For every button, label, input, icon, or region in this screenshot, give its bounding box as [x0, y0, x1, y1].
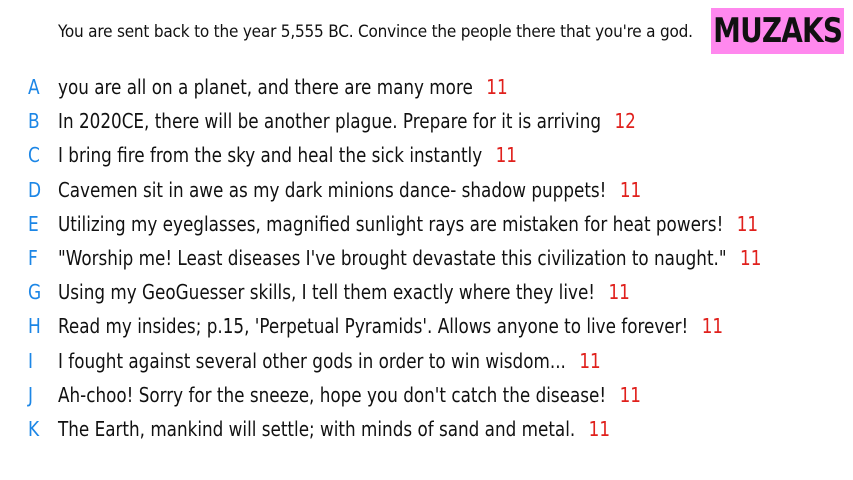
answer-letter: B	[28, 109, 40, 134]
answer-letter: F	[28, 246, 38, 271]
answer-text: Ah-choo! Sorry for the sneeze, hope you …	[58, 382, 607, 407]
answer-text: Read my insides; p.15, 'Perpetual Pyrami…	[58, 314, 689, 339]
answer-score: 11	[486, 75, 508, 100]
answer-content: Using my GeoGuesser skills, I tell them …	[58, 280, 630, 304]
answer-row-c: C I bring fire from the sky and heal the…	[0, 138, 853, 172]
answer-score: 11	[588, 416, 611, 441]
answer-row-e: E Utilizing my eyeglasses, magnified sun…	[0, 207, 853, 241]
muzaks-logo: MUZAKS	[711, 8, 844, 54]
answer-row-g: G Using my GeoGuesser skills, I tell the…	[0, 275, 853, 309]
answer-letter: H	[28, 314, 41, 339]
answer-letter: I	[28, 348, 34, 373]
answer-content: Utilizing my eyeglasses, magnified sunli…	[58, 212, 758, 236]
answer-score: 11	[579, 348, 601, 373]
answer-score: 11	[619, 382, 641, 407]
answer-score: 11	[495, 143, 517, 168]
answer-row-b: B In 2020CE, there will be another plagu…	[0, 104, 853, 138]
prompt-text: You are sent back to the year 5,555 BC. …	[58, 22, 693, 42]
answer-content: you are all on a planet, and there are m…	[58, 75, 508, 99]
answer-letter: K	[28, 416, 40, 441]
answer-row-k: K The Earth, mankind will settle; with m…	[0, 412, 853, 446]
logo-text: MUZAKS	[713, 11, 843, 51]
answer-text: I bring fire from the sky and heal the s…	[58, 143, 483, 168]
answer-score: 11	[736, 211, 759, 236]
answer-row-j: J Ah-choo! Sorry for the sneeze, hope yo…	[0, 378, 853, 412]
answer-text: The Earth, mankind will settle; with min…	[58, 416, 576, 441]
answer-content: The Earth, mankind will settle; with min…	[58, 417, 610, 441]
answer-score: 11	[701, 314, 724, 339]
answer-letter: J	[28, 382, 34, 407]
answer-score: 11	[740, 246, 762, 271]
answer-content: "Worship me! Least diseases I've brought…	[58, 246, 761, 270]
answer-text: In 2020CE, there will be another plague.…	[58, 109, 602, 134]
answer-text: Cavemen sit in awe as my dark minions da…	[58, 177, 607, 202]
answer-text: "Worship me! Least diseases I've brought…	[58, 246, 727, 271]
answer-letter: A	[28, 75, 40, 100]
answer-letter: E	[28, 211, 39, 236]
answer-content: In 2020CE, there will be another plague.…	[58, 109, 636, 133]
answer-score: 11	[608, 280, 630, 305]
answer-list: A you are all on a planet, and there are…	[0, 70, 853, 446]
answer-row-d: D Cavemen sit in awe as my dark minions …	[0, 173, 853, 207]
answer-content: Ah-choo! Sorry for the sneeze, hope you …	[58, 383, 641, 407]
answer-row-f: F "Worship me! Least diseases I've broug…	[0, 241, 853, 275]
answer-score: 11	[619, 177, 642, 202]
answer-score: 12	[614, 109, 636, 134]
answer-letter: G	[28, 280, 42, 305]
answer-text: Using my GeoGuesser skills, I tell them …	[58, 280, 596, 305]
answer-text: I fought against several other gods in o…	[58, 348, 566, 373]
answer-content: I fought against several other gods in o…	[58, 349, 601, 373]
answer-text: you are all on a planet, and there are m…	[58, 75, 473, 100]
answer-content: I bring fire from the sky and heal the s…	[58, 143, 517, 167]
answer-content: Read my insides; p.15, 'Perpetual Pyrami…	[58, 314, 723, 338]
answer-row-i: I I fought against several other gods in…	[0, 344, 853, 378]
answer-content: Cavemen sit in awe as my dark minions da…	[58, 178, 641, 202]
answer-row-h: H Read my insides; p.15, 'Perpetual Pyra…	[0, 309, 853, 343]
answer-row-a: A you are all on a planet, and there are…	[0, 70, 853, 104]
answer-letter: D	[28, 177, 42, 202]
answer-text: Utilizing my eyeglasses, magnified sunli…	[58, 211, 724, 236]
answer-letter: C	[28, 143, 40, 168]
